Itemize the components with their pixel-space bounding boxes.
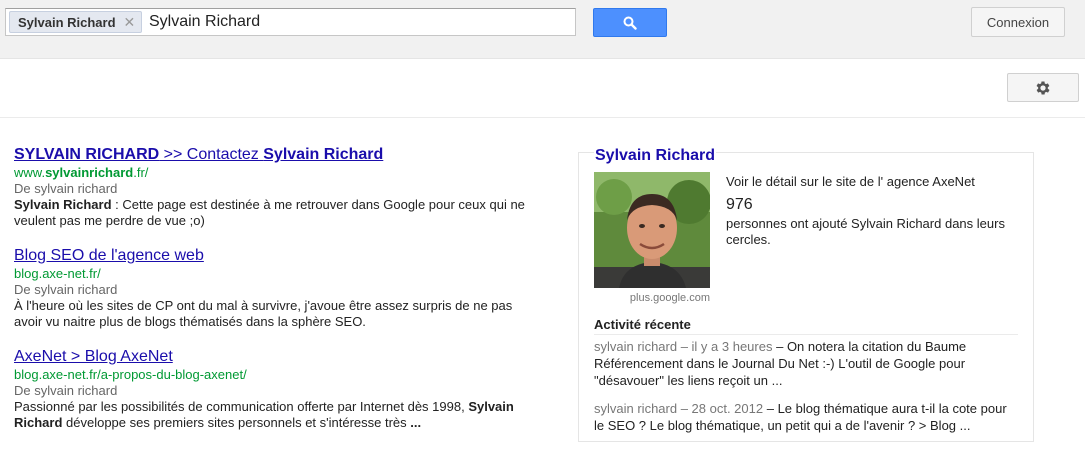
search-box[interactable]: Sylvain Richard ✕ — [5, 8, 576, 36]
title-part: Blog SEO de l'agence web — [14, 247, 204, 264]
profile-photo[interactable] — [594, 172, 710, 288]
snippet-part: Passionné par les possibilités de commun… — [14, 399, 469, 414]
activity-meta: sylvain richard – 28 oct. 2012 — [594, 401, 764, 416]
results-list: SYLVAIN RICHARD >> Contactez Sylvain Ric… — [14, 145, 544, 448]
query-chip[interactable]: Sylvain Richard ✕ — [9, 11, 143, 33]
gear-icon — [1036, 80, 1050, 95]
url-part: www. — [14, 165, 46, 180]
magnifier-icon — [623, 16, 637, 30]
query-chip-label: Sylvain Richard — [18, 14, 116, 30]
search-button[interactable] — [593, 8, 667, 37]
title-part: >> Contactez — [159, 146, 264, 163]
url-part: sylvainrichard — [45, 165, 134, 180]
activity-item[interactable]: sylvain richard – 28 oct. 2012 – Le blog… — [594, 400, 1018, 434]
activity-heading: Activité récente — [594, 317, 691, 332]
result-url: blog.axe-net.fr/ — [14, 266, 544, 282]
result-title-link[interactable]: AxeNet > Blog AxeNet — [14, 347, 173, 367]
circle-count-text: personnes ont ajouté Sylvain Richard dan… — [726, 216, 1005, 247]
result-url: www.sylvainrichard.fr/ — [14, 165, 544, 181]
result-snippet: Sylvain Richard : Cette page est destiné… — [14, 197, 544, 229]
result-title-link[interactable]: Blog SEO de l'agence web — [14, 246, 204, 266]
signin-button[interactable]: Connexion — [971, 7, 1065, 37]
snippet-part: À l'heure où les sites de CP ont du mal … — [14, 298, 513, 329]
title-part: SYLVAIN RICHARD — [14, 146, 160, 163]
result-author: De sylvain richard — [14, 383, 118, 398]
detail-link[interactable]: Voir le détail sur le site de l' agence … — [726, 174, 975, 189]
search-result: Blog SEO de l'agence web blog.axe-net.fr/… — [14, 246, 544, 330]
title-part: AxeNet > Blog AxeNet — [14, 348, 173, 365]
search-result: SYLVAIN RICHARD >> Contactez Sylvain Ric… — [14, 145, 544, 229]
result-snippet: Passionné par les possibilités de commun… — [14, 399, 544, 431]
url-part: .fr/ — [133, 165, 149, 180]
activity-divider — [594, 334, 1018, 335]
snippet-part: développe ses premiers sites personnels … — [62, 415, 411, 430]
profile-panel: Sylvain Richard plus.google.com Voir le … — [578, 146, 1034, 442]
panel-title[interactable]: Sylvain Richard — [594, 146, 717, 166]
title-part: Sylvain Richard — [263, 146, 384, 163]
result-author: De sylvain richard — [14, 282, 118, 297]
result-title-link[interactable]: SYLVAIN RICHARD >> Contactez Sylvain Ric… — [14, 145, 383, 165]
url-part: blog.axe-net.fr/ — [14, 266, 101, 281]
close-icon[interactable]: ✕ — [124, 14, 136, 31]
divider — [0, 117, 1085, 118]
activity-meta: sylvain richard – il y a 3 heures — [594, 339, 773, 354]
activity-item[interactable]: sylvain richard – il y a 3 heures – On n… — [594, 338, 1018, 389]
search-result: AxeNet > Blog AxeNet blog.axe-net.fr/a-pr… — [14, 347, 544, 431]
circle-count: 976 — [726, 196, 753, 213]
result-url: blog.axe-net.fr/a-propos-du-blog-axenet/ — [14, 367, 544, 383]
settings-button[interactable] — [1007, 73, 1079, 102]
result-snippet: À l'heure où les sites de CP ont du mal … — [14, 298, 544, 330]
search-input[interactable] — [149, 12, 569, 32]
top-bar: Sylvain Richard ✕ Connexion — [0, 0, 1085, 59]
snippet-part: ... — [410, 415, 422, 430]
portrait-image — [594, 172, 710, 288]
photo-source: plus.google.com — [629, 292, 710, 304]
result-author: De sylvain richard — [14, 181, 118, 196]
url-part: blog.axe-net.fr/a-propos-du-blog-axenet/ — [14, 367, 247, 382]
snippet-part: Sylvain Richard — [14, 197, 112, 212]
